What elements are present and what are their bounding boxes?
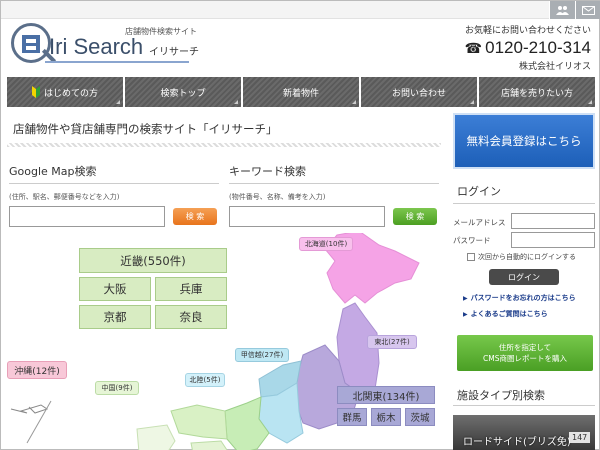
region-chugoku-label[interactable]: 中国(9件) bbox=[95, 381, 139, 395]
region-kyushu[interactable] bbox=[136, 424, 176, 450]
login-button[interactable]: ログイン bbox=[489, 269, 559, 285]
japan-region-map: 近畿(550件) 大阪 兵庫 京都 奈良 沖縄(12件) 北海道(10件) 東北… bbox=[7, 233, 441, 450]
beginner-mark-icon bbox=[31, 86, 40, 98]
nav-item-sell-store[interactable]: 店舗を売りたい方 bbox=[479, 77, 595, 107]
google-map-search-heading: Google Map検索 bbox=[9, 163, 219, 184]
keyword-search: キーワード検索 (物件番号、名称、備考を入力) 検 索 bbox=[229, 163, 439, 227]
mail-icon[interactable] bbox=[575, 1, 600, 19]
google-map-search-button[interactable]: 検 索 bbox=[173, 208, 217, 225]
cms-report-line1: 住所を指定して bbox=[498, 343, 552, 352]
remember-checkbox[interactable] bbox=[467, 253, 475, 261]
site-logo[interactable]: 店舗物件検索サイト Iri Search イリサーチ bbox=[9, 21, 199, 69]
magnifier-building-icon bbox=[11, 23, 51, 63]
nav-item-label: はじめての方 bbox=[43, 88, 98, 99]
cms-report-button[interactable]: 住所を指定して CMS商圏レポートを購入 bbox=[457, 335, 593, 371]
google-map-search: Google Map検索 (住所、駅名、郵便番号などを入力) 検 索 bbox=[9, 163, 219, 227]
top-icon-group bbox=[549, 1, 600, 19]
logo-title: Iri Search bbox=[49, 34, 144, 59]
contact-phone[interactable]: ☎ 0120-210-314 bbox=[465, 38, 591, 58]
pref-nara[interactable]: 奈良 bbox=[155, 305, 227, 329]
region-hokuriku-label[interactable]: 北陸(5件) bbox=[185, 373, 225, 387]
facility-heading: 施設タイプ別検索 bbox=[457, 389, 545, 402]
nav-item-label: 店舗を売りたい方 bbox=[500, 88, 573, 99]
google-map-search-hint: (住所、駅名、郵便番号などを入力) bbox=[9, 193, 120, 201]
arrow-right-icon: ▶ bbox=[463, 311, 468, 318]
email-field[interactable] bbox=[511, 213, 595, 229]
faq-link[interactable]: ▶ よくあるご質問はこちら bbox=[463, 309, 548, 319]
facility-card-label: ロードサイド(ブリズ免) bbox=[463, 437, 571, 448]
pref-kyoto[interactable]: 京都 bbox=[79, 305, 151, 329]
free-register-button[interactable]: 無料会員登録はこちら bbox=[453, 113, 595, 169]
region-tohoku-label[interactable]: 東北(27件) bbox=[367, 335, 417, 349]
region-kitakanto-header[interactable]: 北関東(134件) bbox=[337, 386, 435, 404]
region-chugoku[interactable] bbox=[170, 404, 228, 440]
email-label: メールアドレス bbox=[453, 218, 506, 227]
nav-item-contact[interactable]: お問い合わせ bbox=[361, 77, 477, 107]
logo-kana: イリサーチ bbox=[149, 47, 199, 58]
users-icon[interactable] bbox=[549, 1, 575, 19]
sidebar: 無料会員登録はこちら ログイン メールアドレス パスワード 次回から自動的にログ… bbox=[453, 113, 595, 450]
arrow-right-icon: ▶ bbox=[463, 295, 468, 302]
nav-item-label: 新着物件 bbox=[282, 88, 319, 99]
keyword-search-input[interactable] bbox=[229, 206, 385, 227]
pref-osaka[interactable]: 大阪 bbox=[79, 277, 151, 301]
remember-label: 次回から自動的にログインする bbox=[478, 253, 576, 261]
title-divider bbox=[7, 143, 441, 147]
forgot-password-link[interactable]: ▶ パスワードをお忘れの方はこちら bbox=[463, 293, 576, 303]
pref-tochigi[interactable]: 栃木 bbox=[371, 408, 401, 426]
header-contact: お気軽にお問い合わせください ☎ 0120-210-314 株式会社イリオス bbox=[465, 23, 591, 72]
region-shikoku[interactable] bbox=[190, 440, 229, 450]
facility-card-count: 147 bbox=[569, 432, 591, 443]
okinawa-inset-divider bbox=[26, 400, 52, 444]
company-name: 株式会社イリオス bbox=[518, 62, 591, 72]
okinawa-islands bbox=[10, 404, 49, 414]
remember-login[interactable]: 次回から自動的にログインする bbox=[467, 252, 576, 262]
facility-card-roadside[interactable]: ロードサイド(ブリズ免) 147 bbox=[453, 415, 595, 450]
password-field[interactable] bbox=[511, 232, 595, 248]
pref-gunma[interactable]: 群馬 bbox=[337, 408, 367, 426]
google-map-search-input[interactable] bbox=[9, 206, 165, 227]
nav-item-beginner[interactable]: はじめての方 bbox=[7, 77, 123, 107]
phone-icon: ☎ bbox=[464, 40, 483, 56]
nav-item-search-top[interactable]: 検索トップ bbox=[125, 77, 241, 107]
phone-number: 0120-210-314 bbox=[485, 38, 591, 57]
nav-item-label: お問い合わせ bbox=[391, 88, 446, 99]
main-content: 店舗物件や貸店舗専門の検索サイト「イリサーチ」 Google Map検索 (住所… bbox=[7, 113, 441, 450]
pref-ibaraki[interactable]: 茨城 bbox=[405, 408, 435, 426]
cms-report-line2: CMS商圏レポートを購入 bbox=[483, 354, 567, 363]
keyword-search-button[interactable]: 検 索 bbox=[393, 208, 437, 225]
nav-item-new-listings[interactable]: 新着物件 bbox=[243, 77, 359, 107]
pref-hyogo[interactable]: 兵庫 bbox=[155, 277, 227, 301]
region-hokkaido-label[interactable]: 北海道(10件) bbox=[299, 237, 353, 251]
top-strip bbox=[1, 1, 600, 19]
login-heading: ログイン bbox=[457, 185, 501, 198]
region-kinki-header[interactable]: 近畿(550件) bbox=[79, 248, 227, 273]
contact-note: お気軽にお問い合わせください bbox=[464, 26, 591, 36]
region-okinawa-label[interactable]: 沖縄(12件) bbox=[7, 361, 67, 379]
nav-item-label: 検索トップ bbox=[160, 88, 206, 99]
page-title: 店舗物件や貸店舗専門の検索サイト「イリサーチ」 bbox=[13, 122, 278, 136]
keyword-search-hint: (物件番号、名称、備考を入力) bbox=[229, 193, 326, 201]
region-koshinetsu-label[interactable]: 甲信越(27件) bbox=[235, 348, 289, 362]
keyword-search-heading: キーワード検索 bbox=[229, 163, 439, 184]
global-nav: はじめての方 検索トップ 新着物件 お問い合わせ 店舗を売りたい方 bbox=[7, 77, 595, 107]
password-label: パスワード bbox=[453, 236, 491, 245]
